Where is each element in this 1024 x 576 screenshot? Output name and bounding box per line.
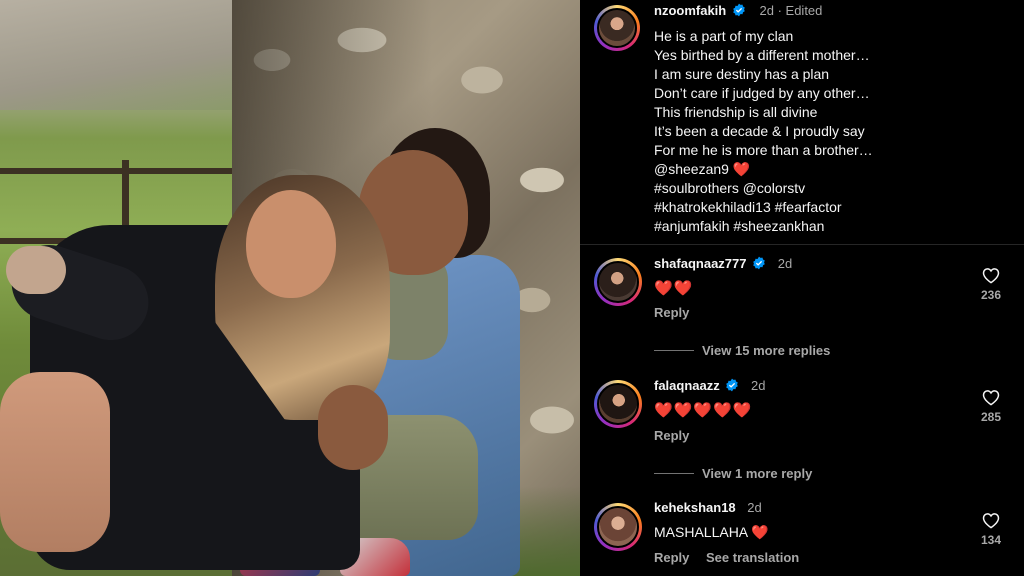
view-replies-label[interactable]: View 15 more replies — [702, 343, 830, 358]
comment-text: ❤️❤️ — [654, 280, 694, 297]
hashtag-line[interactable]: #anjumfakih #sheezankhan — [654, 217, 873, 236]
author-username[interactable]: nzoomfakih — [654, 3, 726, 18]
comment-like[interactable]: 134 — [972, 512, 1010, 547]
verified-badge-icon — [726, 378, 739, 392]
comment-like[interactable]: 285 — [972, 389, 1010, 424]
like-count: 134 — [980, 533, 1002, 547]
comment-like[interactable]: 236 — [972, 267, 1010, 302]
glove — [6, 246, 66, 294]
verified-badge-icon — [733, 3, 745, 17]
post-header: nzoomfakih 2d · Edited — [654, 3, 823, 18]
heart-outline-icon[interactable] — [982, 267, 1000, 284]
comment-avatar[interactable] — [594, 258, 642, 306]
hillside — [0, 0, 260, 110]
author-avatar[interactable] — [594, 5, 640, 51]
view-replies-button[interactable]: View 1 more reply — [654, 466, 812, 481]
comments-pane[interactable]: nzoomfakih 2d · Edited He is a part of m… — [580, 0, 1024, 576]
comment-avatar[interactable] — [594, 503, 642, 551]
post-photo[interactable] — [0, 0, 580, 576]
thread-line — [654, 350, 694, 351]
view-replies-label[interactable]: View 1 more reply — [702, 466, 812, 481]
divider — [580, 244, 1024, 245]
verified-badge-icon — [753, 256, 765, 270]
see-translation-button[interactable]: See translation — [706, 550, 799, 565]
like-count: 285 — [980, 410, 1002, 424]
caption-line: It’s been a decade & I proudly say — [654, 123, 865, 139]
edited-label: Edited — [785, 3, 823, 18]
man-hand — [318, 385, 388, 470]
comment-text-row: MASHALLAHA ❤️ — [654, 524, 769, 541]
comment-time: 2d — [751, 378, 766, 393]
post-time: 2d — [759, 3, 774, 18]
caption-line: He is a part of my clan — [654, 28, 794, 44]
hashtag-line[interactable]: #khatrokekhiladi13 #fearfactor — [654, 198, 873, 217]
caption-line: Don’t care if judged by any other… — [654, 85, 870, 101]
caption-line: I am sure destiny has a plan — [654, 66, 830, 82]
comment-username[interactable]: kehekshan18 — [654, 500, 736, 515]
reply-button[interactable]: Reply — [654, 550, 689, 565]
caption-line: Yes birthed by a different mother… — [654, 47, 870, 63]
heart-emoji: ❤️ — [732, 161, 751, 177]
view-replies-button[interactable]: View 15 more replies — [654, 343, 830, 358]
comment-avatar[interactable] — [594, 380, 642, 428]
heart-emoji: ❤️ — [751, 524, 769, 540]
reply-button[interactable]: Reply — [654, 428, 689, 443]
like-count: 236 — [980, 288, 1002, 302]
mention-link[interactable]: @sheezan9 — [654, 161, 729, 177]
hashtag-line[interactable]: #soulbrothers @colorstv — [654, 179, 873, 198]
comment-header: falaqnaazz 2d — [654, 378, 765, 393]
comment-text: ❤️❤️❤️❤️❤️ — [654, 402, 753, 419]
post-caption: He is a part of my clan Yes birthed by a… — [654, 27, 873, 236]
comment-time: 2d — [777, 256, 793, 271]
woman-legs — [0, 372, 110, 552]
comment-username[interactable]: shafaqnaaz777 — [654, 256, 747, 271]
caption-mention-line: @sheezan9 ❤️ — [654, 160, 873, 179]
reply-button[interactable]: Reply — [654, 305, 689, 320]
comment-username[interactable]: falaqnaazz — [654, 378, 720, 393]
caption-line: This friendship is all divine — [654, 104, 818, 120]
comment-header: shafaqnaaz777 2d — [654, 256, 792, 271]
heart-outline-icon[interactable] — [982, 512, 1000, 529]
heart-outline-icon[interactable] — [982, 389, 1000, 406]
comment-text: MASHALLAHA — [654, 524, 748, 540]
comment-header: kehekshan18 2d — [654, 500, 762, 515]
comment-time: 2d — [747, 500, 762, 515]
caption-line: For me he is more than a brother… — [654, 142, 873, 158]
fence-rail — [0, 168, 240, 174]
thread-line — [654, 473, 694, 474]
woman-face — [246, 190, 336, 298]
